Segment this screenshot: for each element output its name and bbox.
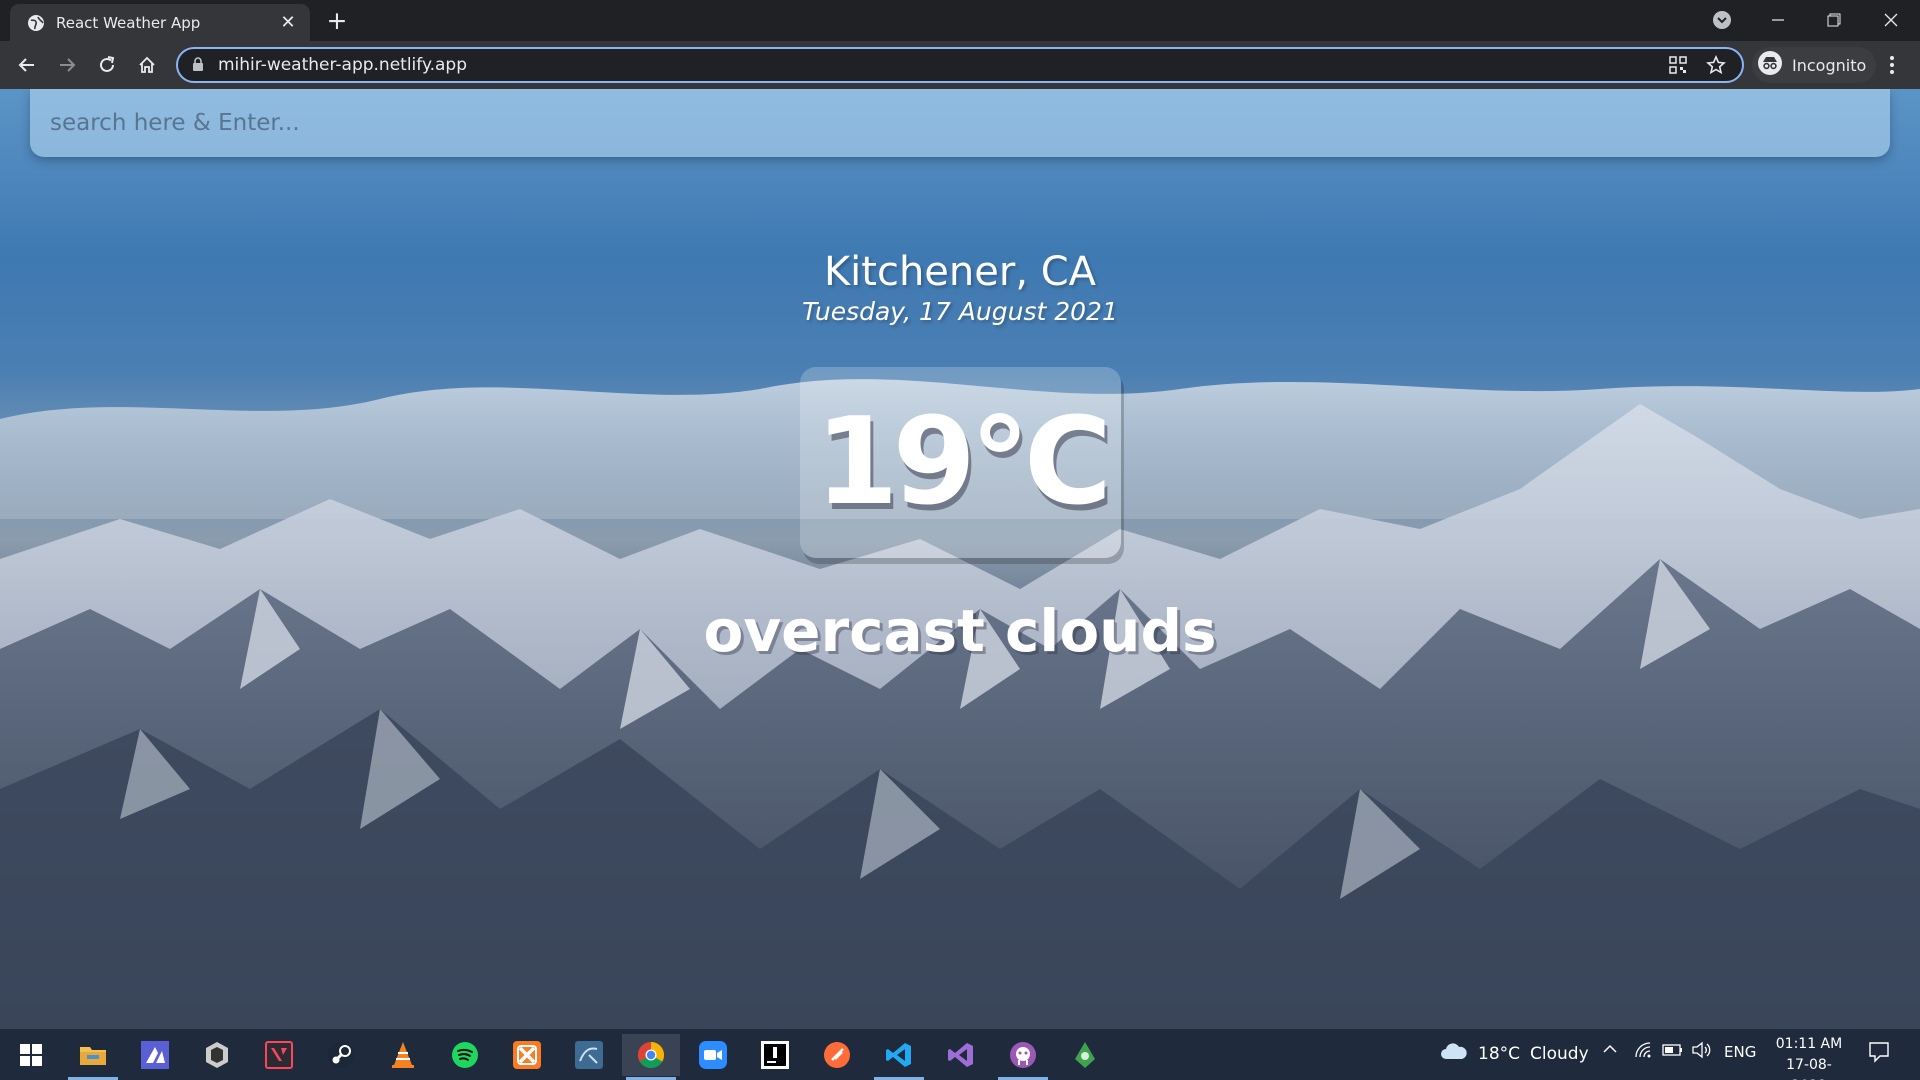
epic-games-icon[interactable] bbox=[188, 1034, 246, 1076]
intellij-toolbox-icon[interactable] bbox=[746, 1034, 804, 1076]
incognito-label: Incognito bbox=[1792, 55, 1867, 75]
url-text[interactable]: mihir-weather-app.netlify.app bbox=[218, 55, 1666, 75]
vlc-icon[interactable] bbox=[374, 1034, 432, 1076]
more-options-icon[interactable] bbox=[1880, 53, 1904, 77]
incognito-profile-button[interactable]: Incognito bbox=[1752, 47, 1877, 83]
steam-icon[interactable] bbox=[312, 1034, 370, 1076]
address-bar[interactable]: mihir-weather-app.netlify.app bbox=[176, 47, 1744, 83]
battery-icon[interactable] bbox=[1662, 1042, 1684, 1062]
clock-date: 17-08-2021 bbox=[1786, 1057, 1832, 1080]
tray-weather-widget[interactable]: 18°C Cloudy bbox=[1440, 1041, 1589, 1066]
home-icon[interactable] bbox=[133, 51, 161, 79]
wifi-icon[interactable] bbox=[1634, 1041, 1652, 1063]
mountain-background-image bbox=[0, 379, 1920, 1029]
cloud-icon bbox=[1440, 1041, 1468, 1066]
browser-toolbar: mihir-weather-app.netlify.app Incognito bbox=[0, 41, 1920, 89]
windows-start-icon[interactable] bbox=[2, 1034, 60, 1076]
chrome-icon[interactable] bbox=[622, 1034, 680, 1080]
globe-icon bbox=[26, 13, 45, 32]
volume-icon[interactable] bbox=[1692, 1041, 1712, 1063]
valorant-icon[interactable] bbox=[250, 1034, 308, 1076]
visual-studio-icon[interactable] bbox=[932, 1034, 990, 1076]
spotify-icon[interactable] bbox=[436, 1034, 494, 1076]
minimize-icon[interactable] bbox=[1758, 6, 1798, 34]
file-explorer-icon[interactable] bbox=[64, 1034, 122, 1080]
new-tab-button[interactable]: + bbox=[326, 8, 348, 33]
tab-search-icon[interactable] bbox=[1702, 6, 1742, 34]
close-tab-icon[interactable]: ✕ bbox=[278, 12, 298, 33]
browser-tab[interactable]: React Weather App ✕ bbox=[10, 4, 310, 41]
incognito-icon bbox=[1758, 51, 1782, 79]
search-input[interactable] bbox=[30, 89, 1890, 157]
windows-taskbar: 18°C Cloudy ENG 01:11 AM 17-08-2021 bbox=[0, 1029, 1920, 1080]
temperature-value: 19°C bbox=[814, 393, 1112, 532]
visual-studio-installer-icon[interactable] bbox=[126, 1034, 184, 1076]
zoom-icon[interactable] bbox=[684, 1034, 742, 1076]
clock-time: 01:11 AM bbox=[1775, 1036, 1843, 1052]
location-text: Kitchener, CA bbox=[823, 249, 1097, 295]
vscode-icon[interactable] bbox=[870, 1034, 928, 1080]
restore-icon[interactable] bbox=[1814, 6, 1854, 34]
taskbar-clock[interactable]: 01:11 AM 17-08-2021 bbox=[1772, 1034, 1846, 1080]
robo3t-icon[interactable] bbox=[1056, 1034, 1114, 1076]
mysql-workbench-icon[interactable] bbox=[560, 1034, 618, 1076]
tray-weather-temp: 18°C bbox=[1478, 1043, 1521, 1064]
tab-title: React Weather App bbox=[56, 13, 201, 32]
language-indicator[interactable]: ENG bbox=[1724, 1043, 1756, 1061]
tray-weather-condition: Cloudy bbox=[1530, 1043, 1589, 1064]
browser-tabstrip: React Weather App ✕ + bbox=[0, 0, 1920, 41]
lock-icon[interactable] bbox=[192, 56, 204, 75]
forward-icon[interactable] bbox=[53, 51, 81, 79]
reload-icon[interactable] bbox=[93, 51, 121, 79]
date-text: Tuesday, 17 August 2021 bbox=[802, 297, 1118, 326]
weather-app-page: Kitchener, CA Tuesday, 17 August 2021 19… bbox=[0, 89, 1920, 1029]
postman-icon[interactable] bbox=[808, 1034, 866, 1076]
github-desktop-icon[interactable] bbox=[994, 1034, 1052, 1080]
weather-description: overcast clouds bbox=[703, 597, 1217, 665]
back-icon[interactable] bbox=[13, 51, 41, 79]
xampp-icon[interactable] bbox=[498, 1034, 556, 1076]
bookmark-star-icon[interactable] bbox=[1704, 53, 1728, 77]
notification-center-icon[interactable] bbox=[1868, 1041, 1890, 1067]
close-window-icon[interactable] bbox=[1871, 6, 1911, 34]
temperature-card: 19°C bbox=[800, 367, 1121, 558]
qr-code-icon[interactable] bbox=[1666, 53, 1690, 77]
chevron-up-icon[interactable] bbox=[1602, 1041, 1618, 1061]
